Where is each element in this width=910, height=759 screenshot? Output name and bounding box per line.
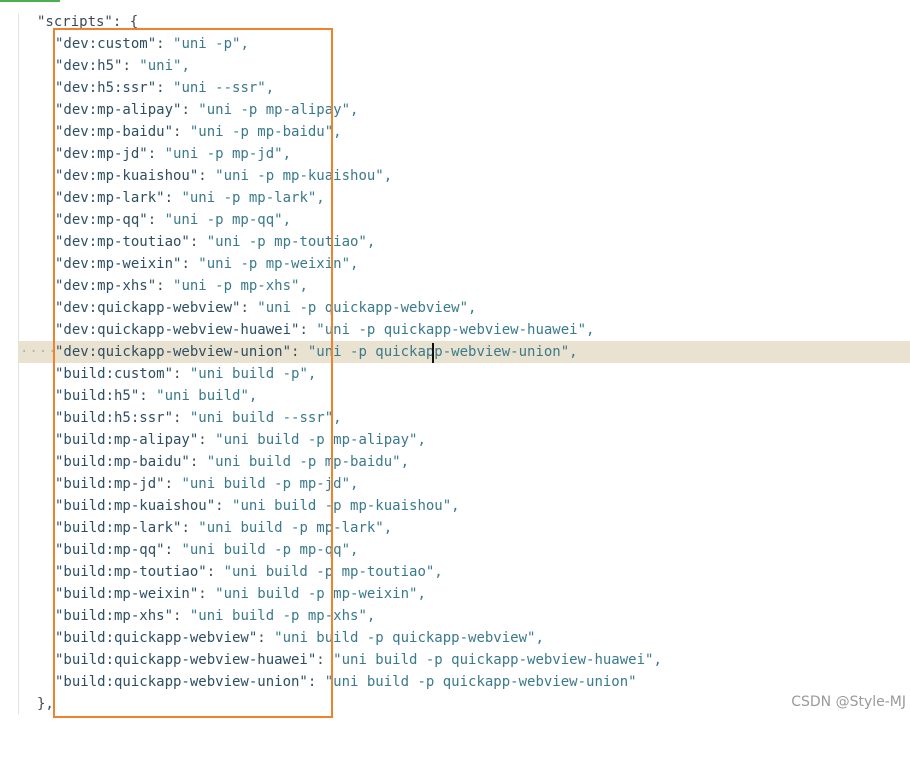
text-cursor [432,343,434,363]
script-value: "uni -p quickapp-webview-union", [307,344,578,360]
key-highlight-box [53,28,333,718]
script-value: "uni build -p quickapp-webview-huawei", [333,652,662,668]
script-value: "uni -p quickapp-webview-huawei", [316,322,595,338]
code-editor[interactable]: "scripts": { "dev:custom": "uni -p", "dev… [0,0,910,718]
active-tab-indicator [0,0,60,2]
script-value: "uni build -p quickapp-webview-union" [324,674,637,690]
scripts-close: }, [37,696,54,712]
watermark: CSDN @Style-MJ [791,694,906,710]
